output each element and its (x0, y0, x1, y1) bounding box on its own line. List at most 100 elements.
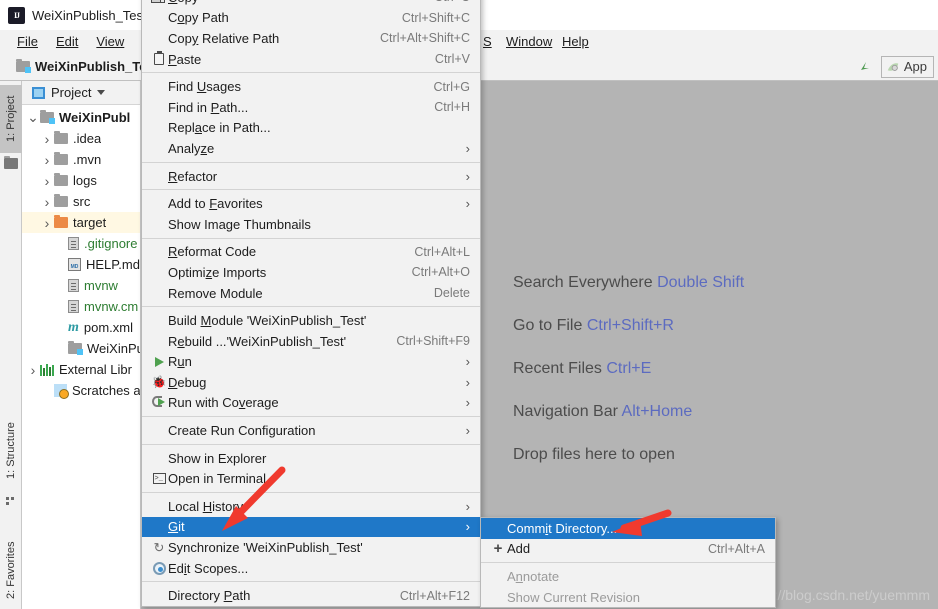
tool-button-project[interactable]: 1: Project (0, 85, 22, 153)
menu-item[interactable]: >_ Open in Terminal (142, 468, 480, 489)
editor-hint: Search Everywhere Double Shift (513, 274, 744, 292)
run-configuration-button[interactable]: App (880, 55, 934, 78)
menu-view[interactable]: View (87, 32, 133, 51)
tree-row[interactable]: › .idea (22, 128, 140, 149)
editor-hint-text: Go to File (513, 317, 587, 334)
menu-item[interactable]: ↻ Synchronize 'WeiXinPublish_Test' (142, 537, 480, 558)
chevron-right-icon[interactable]: › (26, 362, 40, 378)
editor-hint-text: Recent Files (513, 360, 607, 377)
menu-item[interactable]: Find Usages Ctrl+G (142, 76, 480, 97)
tree-row[interactable]: m pom.xml (22, 317, 140, 338)
menu-item[interactable]: Build Module 'WeiXinPublish_Test' (142, 310, 480, 331)
menu-item[interactable]: Git › (142, 516, 480, 538)
tree-row[interactable]: ⌄ WeiXinPubl (22, 107, 140, 128)
menu-item[interactable]: Analyze › (142, 138, 480, 159)
menu-item[interactable]: Show in Explorer (142, 448, 480, 469)
menu-item: Annotate (481, 566, 775, 587)
editor-hint-shortcut: Ctrl+Shift+R (586, 317, 674, 334)
chevron-right-icon[interactable]: › (40, 194, 54, 210)
markdown-icon: MD (68, 258, 81, 271)
menu-item-label: Show in Explorer (168, 450, 267, 466)
file-icon (68, 300, 79, 313)
tree-row[interactable]: › .mvn (22, 149, 140, 170)
chevron-right-icon[interactable]: › (40, 173, 54, 189)
tool-button-favorites[interactable]: 2: Favorites (0, 528, 22, 609)
menu-item[interactable]: Copy Path Ctrl+Shift+C (142, 8, 480, 29)
library-icon (40, 363, 54, 376)
menu-item[interactable]: Copy Ctrl+C (142, 0, 480, 8)
project-panel-header[interactable]: Project (22, 81, 140, 105)
module-folder-icon (68, 341, 83, 355)
tool-button-structure-label: 1: Structure (5, 422, 17, 480)
folder-icon (54, 152, 68, 165)
menu-window[interactable]: Window (497, 32, 561, 51)
menu-separator (142, 416, 480, 418)
menu-item-label: Copy (168, 0, 420, 5)
file-icon (68, 279, 79, 292)
menu-item[interactable]: Rebuild ...'WeiXinPublish_Test' Ctrl+Shif… (142, 331, 480, 352)
menu-item[interactable]: Commit Directory... (481, 518, 775, 539)
menu-item[interactable]: Find in Path... Ctrl+H (142, 97, 480, 118)
breadcrumb[interactable]: WeiXinPublish_Te (16, 58, 146, 74)
context-menu[interactable]: Copy Ctrl+C Copy Path Ctrl+Shift+C Copy Rela… (141, 0, 481, 608)
menu-item[interactable]: Copy Relative Path Ctrl+Alt+Shift+C (142, 28, 480, 49)
menu-file[interactable]: File (8, 32, 47, 51)
debug-icon: 🐞 (151, 375, 167, 390)
menu-item[interactable]: Reformat Code Ctrl+Alt+L (142, 242, 480, 263)
tree-row[interactable]: › target (22, 212, 140, 233)
module-folder-icon (40, 110, 55, 124)
chevron-down-icon[interactable] (97, 90, 106, 95)
tree-row[interactable]: mvnw.cm (22, 296, 140, 317)
menu-item[interactable]: Run with Coverage › (142, 393, 480, 414)
module-folder-icon (68, 341, 83, 355)
hide-toolbar-arrow-icon[interactable] (857, 59, 873, 75)
file-icon (68, 237, 79, 250)
git-submenu[interactable]: Commit Directory... + Add Ctrl+Alt+A Annotat… (480, 517, 776, 609)
menu-item-shortcut: Ctrl+Shift+F9 (396, 334, 470, 349)
editor-hint-shortcut: Double Shift (657, 274, 745, 291)
chevron-right-icon: › (465, 498, 470, 514)
menu-item[interactable]: Show Image Thumbnails (142, 214, 480, 235)
menu-item[interactable]: Add to Favorites › (142, 193, 480, 214)
tree-row[interactable]: › logs (22, 170, 140, 191)
menu-item[interactable]: Refactor › (142, 166, 480, 187)
coverage-icon (152, 396, 166, 409)
chevron-right-icon[interactable]: › (40, 131, 54, 147)
menu-item[interactable]: Local History › (142, 496, 480, 517)
menu-item[interactable]: Edit Scopes... (142, 558, 480, 579)
tree-row[interactable]: Scratches an (22, 380, 140, 401)
menu-item[interactable]: Remove Module Delete (142, 283, 480, 304)
chevron-down-icon[interactable]: ⌄ (26, 109, 40, 126)
tree-row[interactable]: › src (22, 191, 140, 212)
project-tree[interactable]: ⌄ WeiXinPubl › .idea › .mvn › logs › src › target .g… (22, 105, 140, 401)
menu-help[interactable]: Help (553, 32, 598, 51)
menu-item-label: Edit Scopes... (168, 560, 249, 576)
menu-item[interactable]: 🐞 Debug › (142, 372, 480, 393)
menu-separator (142, 492, 480, 494)
menu-separator (142, 72, 480, 74)
tool-button-structure[interactable]: 1: Structure (0, 411, 22, 491)
tree-row[interactable]: WeiXinPu (22, 338, 140, 359)
menu-item[interactable]: Paste Ctrl+V (142, 49, 480, 70)
menu-item[interactable]: + Add Ctrl+Alt+A (481, 539, 775, 560)
menu-item[interactable]: Run › (142, 352, 480, 373)
tree-row[interactable]: › External Libr (22, 359, 140, 380)
tree-row[interactable]: .gitignore (22, 233, 140, 254)
menu-item[interactable]: Directory Path Ctrl+Alt+F12 (142, 585, 480, 606)
editor-hint-shortcut: Alt+Home (621, 403, 693, 420)
menu-item[interactable]: Optimize Imports Ctrl+Alt+O (142, 262, 480, 283)
tree-row[interactable]: MD HELP.md (22, 254, 140, 275)
menu-item[interactable]: Replace in Path... (142, 118, 480, 139)
tree-row[interactable]: mvnw (22, 275, 140, 296)
run-config-label: App (903, 59, 927, 74)
tree-row-label: .mvn (73, 152, 102, 167)
chevron-right-icon: › (465, 423, 470, 439)
menu-item[interactable]: Create Run Configuration › (142, 420, 480, 441)
left-tool-strip: 1: Project 1: Structure 2: Favorites (0, 81, 22, 609)
menu-item-shortcut: Ctrl+Alt+A (708, 541, 765, 556)
menu-item-label: Run (168, 354, 192, 370)
menu-edit[interactable]: Edit (47, 32, 87, 51)
menu-item-label: Build Module 'WeiXinPublish_Test' (168, 313, 367, 329)
chevron-right-icon[interactable]: › (40, 215, 54, 231)
chevron-right-icon[interactable]: › (40, 152, 54, 168)
